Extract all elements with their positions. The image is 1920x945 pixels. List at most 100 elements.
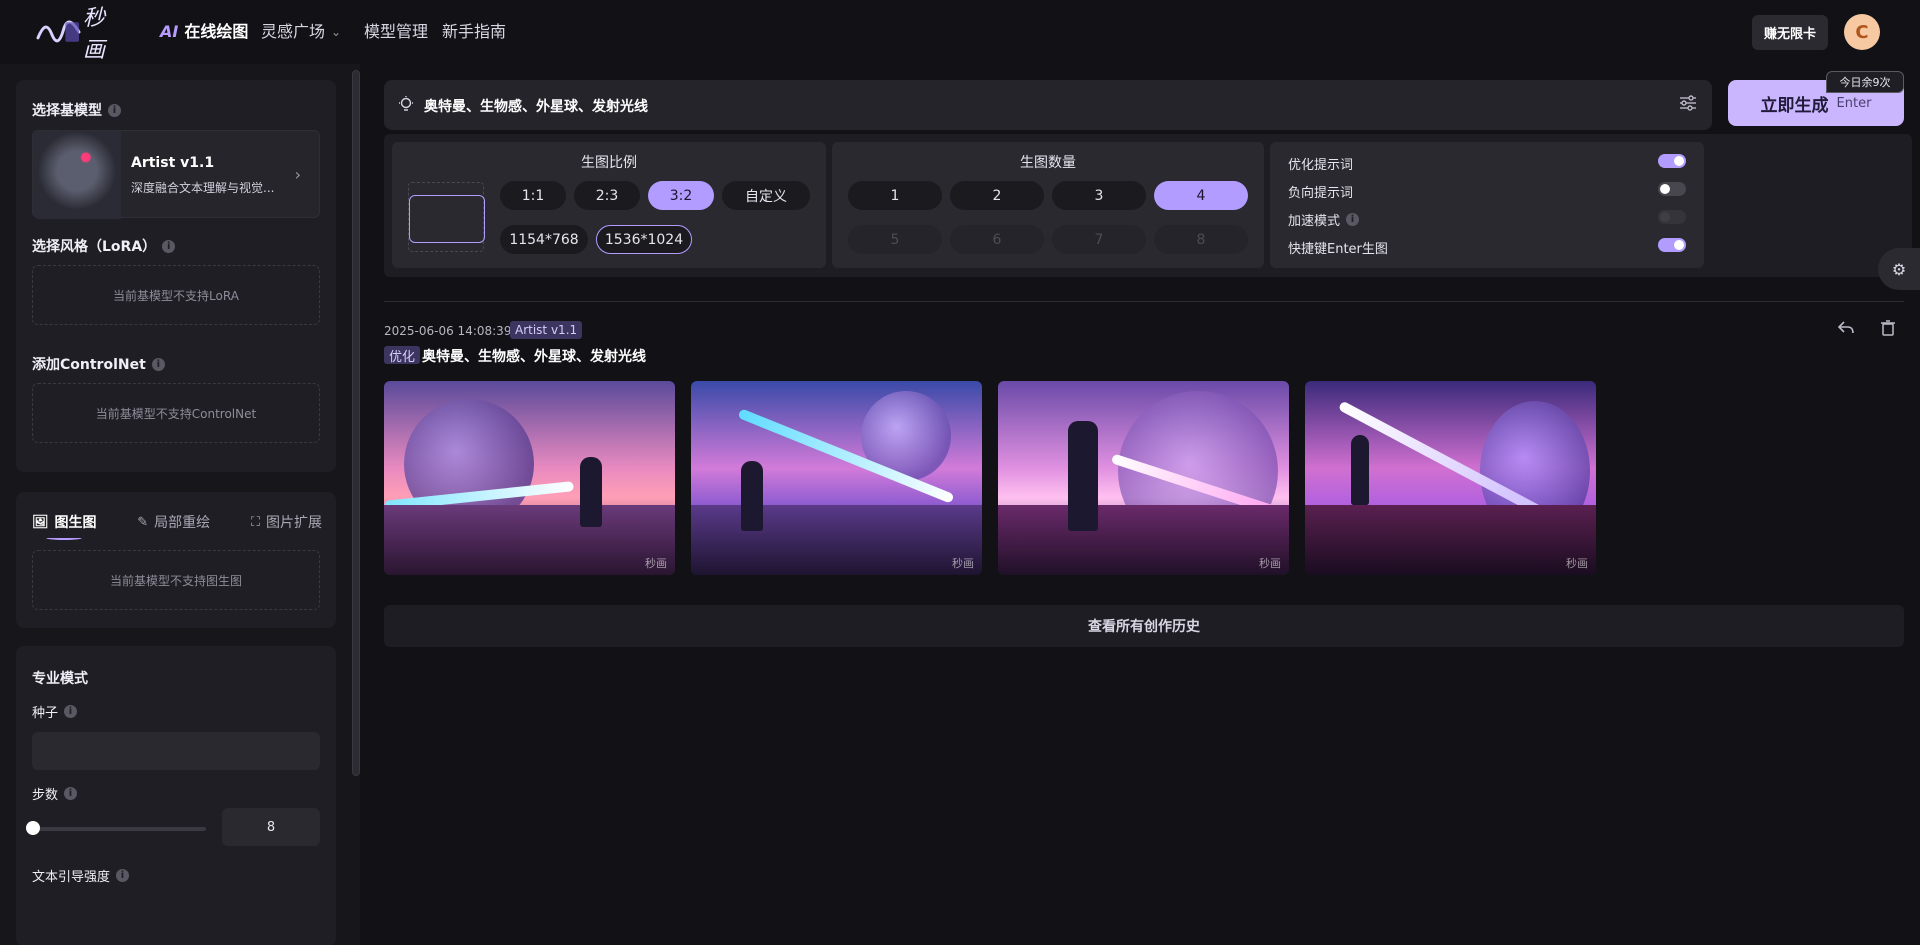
ratio-panel: 生图比例 1:1 2:3 3:2 自定义 1154*768 1536*1024 bbox=[392, 142, 826, 268]
image-watermark: 秒画 bbox=[1566, 557, 1588, 570]
model-name: Artist v1.1 bbox=[131, 155, 215, 171]
image-tools-card: 🖼 图生图 ✎ 局部重绘 ⛶ 图片扩展 当前基模型不支持图生图 bbox=[16, 492, 336, 628]
app-logo[interactable]: 秒画 bbox=[36, 6, 126, 63]
negative-prompt-label: 负向提示词 bbox=[1288, 186, 1354, 201]
trash-icon[interactable] bbox=[1876, 316, 1900, 340]
left-panel-scrollbar[interactable] bbox=[352, 70, 360, 776]
count-7: 7 bbox=[1052, 225, 1146, 254]
result-image[interactable]: 秒画 bbox=[1305, 381, 1596, 575]
controlnet-empty-box: 当前基模型不支持ControlNet bbox=[32, 383, 320, 443]
tab-img2img[interactable]: 🖼 图生图 bbox=[32, 512, 97, 532]
daily-quota-badge: 今日余9次 bbox=[1826, 71, 1904, 93]
seed-label: 种子 i bbox=[32, 702, 78, 721]
negative-prompt-toggle[interactable] bbox=[1658, 182, 1686, 196]
ratio-3-2[interactable]: 3:2 bbox=[648, 181, 714, 210]
nav-inspiration-square[interactable]: 灵感广场 ⌄ bbox=[261, 20, 341, 44]
logo-text: 秒画 bbox=[82, 6, 105, 63]
model-thumbnail bbox=[33, 131, 121, 219]
prompt-text[interactable]: 奥特曼、生物感、外星球、发射光线 bbox=[424, 96, 648, 116]
info-icon[interactable]: i bbox=[64, 787, 78, 800]
steps-slider-handle[interactable] bbox=[26, 821, 40, 835]
steps-slider-track[interactable] bbox=[32, 827, 206, 831]
info-icon[interactable]: i bbox=[151, 357, 165, 371]
cfg-label: 文本引导强度 i bbox=[32, 866, 130, 885]
sliders-settings-icon[interactable] bbox=[1678, 93, 1698, 113]
image-icon: 🖼 bbox=[32, 514, 49, 530]
divider bbox=[384, 301, 1904, 302]
seed-label-text: 种子 bbox=[32, 706, 59, 721]
floating-gallery-button[interactable]: ⚙ bbox=[1878, 248, 1920, 290]
image-watermark: 秒画 bbox=[952, 557, 974, 570]
history-model-tag: Artist v1.1 bbox=[510, 321, 583, 339]
nav-model-management[interactable]: 模型管理 bbox=[364, 20, 428, 44]
image-watermark: 秒画 bbox=[645, 557, 667, 570]
info-icon[interactable]: i bbox=[108, 103, 121, 117]
ratio-preview bbox=[408, 182, 485, 252]
image-tools-tabs: 🖼 图生图 ✎ 局部重绘 ⛶ 图片扩展 bbox=[32, 512, 322, 532]
count-8: 8 bbox=[1154, 225, 1248, 254]
gallery-settings-icon: ⚙ bbox=[1891, 259, 1907, 279]
user-avatar[interactable]: C bbox=[1844, 14, 1880, 50]
vip-card-button[interactable]: 赚无限卡 bbox=[1752, 15, 1828, 50]
info-icon[interactable]: i bbox=[1346, 213, 1360, 226]
size-1154x768[interactable]: 1154*768 bbox=[500, 225, 588, 254]
ratio-2-3[interactable]: 2:3 bbox=[574, 181, 640, 210]
enter-shortcut-label: 快捷键Enter生图 bbox=[1288, 242, 1388, 257]
info-icon[interactable]: i bbox=[116, 869, 130, 882]
ratio-title: 生图比例 bbox=[581, 155, 637, 171]
steps-label: 步数 i bbox=[32, 784, 78, 803]
history-optimized-tag: 优化 bbox=[384, 346, 421, 365]
count-1[interactable]: 1 bbox=[848, 181, 942, 210]
result-image[interactable]: 秒画 bbox=[998, 381, 1289, 575]
toggles-panel: 优化提示词 负向提示词 加速模式 i 快捷键Enter生图 bbox=[1270, 142, 1704, 268]
generate-button-label: 立即生成 bbox=[1760, 95, 1829, 116]
top-navigation-bar: 秒画 AI 在线绘图 灵感广场 ⌄ 模型管理 新手指南 赚无限卡 C bbox=[0, 0, 1920, 64]
cfg-label-text: 文本引导强度 bbox=[32, 870, 111, 885]
tab-img2img-label: 图生图 bbox=[54, 515, 97, 531]
reuse-prompt-icon[interactable] bbox=[1834, 316, 1858, 340]
history-timestamp: 2025-06-06 14:08:39 bbox=[384, 324, 512, 338]
size-1536x1024[interactable]: 1536*1024 bbox=[596, 225, 692, 254]
prompt-input-bar[interactable]: 奥特曼、生物感、外星球、发射光线 bbox=[384, 80, 1712, 130]
count-4[interactable]: 4 bbox=[1154, 181, 1248, 210]
view-all-history-button[interactable]: 查看所有创作历史 bbox=[384, 605, 1904, 647]
count-5: 5 bbox=[848, 225, 942, 254]
controlnet-title: 添加ControlNet i bbox=[32, 354, 165, 374]
count-2[interactable]: 2 bbox=[950, 181, 1044, 210]
nav-beginner-guide[interactable]: 新手指南 bbox=[442, 20, 506, 44]
optimize-prompt-toggle[interactable] bbox=[1658, 154, 1686, 168]
turbo-mode-label-text: 加速模式 bbox=[1288, 214, 1341, 229]
ratio-1-1[interactable]: 1:1 bbox=[500, 181, 566, 210]
info-icon[interactable]: i bbox=[162, 239, 176, 253]
ratio-preview-frame bbox=[409, 195, 485, 243]
expand-icon: ⛶ bbox=[250, 514, 260, 530]
optimize-prompt-label: 优化提示词 bbox=[1288, 158, 1354, 173]
left-settings-panel: 选择基模型 i Artist v1.1 深度融合文本理解与视觉... › 选择风… bbox=[0, 64, 360, 945]
ratio-custom[interactable]: 自定义 bbox=[722, 181, 810, 210]
tab-outpaint-label: 图片扩展 bbox=[266, 515, 322, 531]
model-description: 深度融合文本理解与视觉... bbox=[131, 181, 275, 195]
count-3[interactable]: 3 bbox=[1052, 181, 1146, 210]
base-model-selector[interactable]: Artist v1.1 深度融合文本理解与视觉... › bbox=[32, 130, 320, 219]
brush-icon: ✎ bbox=[137, 514, 149, 530]
tab-inpaint[interactable]: ✎ 局部重绘 bbox=[137, 512, 210, 532]
result-image[interactable]: 秒画 bbox=[691, 381, 982, 575]
result-image[interactable]: 秒画 bbox=[384, 381, 675, 575]
model-card: 选择基模型 i Artist v1.1 深度融合文本理解与视觉... › 选择风… bbox=[16, 80, 336, 472]
enter-shortcut-toggle[interactable] bbox=[1658, 238, 1686, 252]
generation-settings-panel: 生图比例 1:1 2:3 3:2 自定义 1154*768 1536*1024 … bbox=[384, 134, 1912, 277]
nav-online-drawing[interactable]: AI 在线绘图 bbox=[160, 20, 248, 44]
tab-outpaint[interactable]: ⛶ 图片扩展 bbox=[251, 512, 322, 532]
seed-input[interactable] bbox=[32, 732, 320, 770]
lora-title: 选择风格（LoRA） i bbox=[32, 236, 176, 256]
turbo-mode-label: 加速模式 i bbox=[1288, 210, 1360, 229]
lightbulb-icon bbox=[396, 94, 416, 114]
info-icon[interactable]: i bbox=[64, 705, 78, 718]
controlnet-title-text: 添加ControlNet bbox=[32, 357, 146, 373]
active-tab-indicator bbox=[46, 536, 82, 540]
steps-value-input[interactable]: 8 bbox=[222, 808, 320, 846]
lora-title-text: 选择风格（LoRA） bbox=[32, 239, 157, 255]
base-model-title-text: 选择基模型 bbox=[32, 103, 102, 119]
base-model-title: 选择基模型 i bbox=[32, 100, 121, 120]
history-prompt: 奥特曼、生物感、外星球、发射光线 bbox=[422, 349, 646, 365]
